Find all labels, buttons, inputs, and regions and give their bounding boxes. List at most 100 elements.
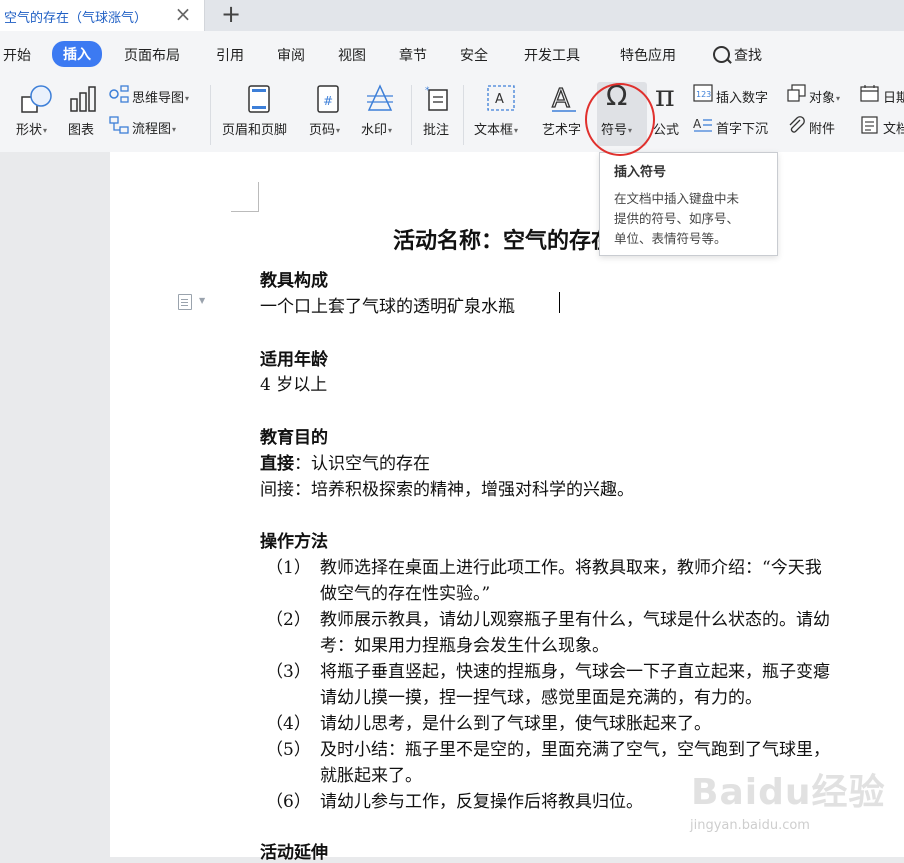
calendar-icon [860,85,879,102]
watermark-icon [367,84,393,111]
document-tab[interactable]: 空气的存在（气球涨气） × [0,0,205,31]
menu-section[interactable]: 章节 [399,45,427,65]
step-line: 教师选择在桌面上进行此项工作。将教具取来，教师介绍：“今天我 [320,558,822,578]
tab-bar: 空气的存在（气球涨气） × + [0,0,904,32]
margin-corner-mark [231,211,259,212]
step-number: （3） [266,662,311,682]
object-button[interactable]: 对象▾ [809,87,840,106]
document-part-icon [861,116,878,134]
mindmap-icon [109,85,129,103]
ribbon-toolbar: 形状▾ 图表 思维导图▾ 流程图▾ 页眉和页脚 # 页码▾ 水印▾ * 批注 A… [0,79,904,153]
margin-corner-mark [258,182,259,212]
section-heading: 操作方法 [260,532,328,552]
paragraph-text: 一个口上套了气球的透明矿泉水瓶 [260,297,515,317]
textbox-button[interactable]: 文本框▾ [474,119,518,138]
step-number: （4） [266,714,311,734]
symbol-tooltip: 插入符号 在文档中插入键盘中未 提供的符号、如序号、 单位、表情符号等。 [599,152,778,256]
direct-label: 直接 [260,454,294,474]
close-tab-icon[interactable]: × [172,3,194,25]
menu-insert[interactable]: 插入 [52,41,102,67]
paragraph-options-icon[interactable] [178,294,192,310]
wordart-icon: A [551,83,576,113]
comment-button[interactable]: 批注 [423,119,449,138]
svg-text:*: * [425,86,430,96]
page-number-icon: # [317,85,339,113]
textbox-icon: A [487,85,515,111]
search-icon[interactable] [713,46,730,63]
paragraph-text: 间接：培养积极探索的精神，增强对科学的兴趣。 [260,480,634,500]
section-heading: 教育目的 [260,428,328,448]
step-number: （5） [266,740,311,760]
text-cursor [559,292,560,313]
step-number: （2） [266,610,311,630]
svg-text:A: A [495,92,504,107]
annotation-circle [585,83,655,156]
baidu-watermark-logo: Baidu经验 [691,772,886,813]
section-heading: 教具构成 [260,271,328,291]
section-heading: 活动延伸 [260,843,328,863]
first-drop-icon: A [693,117,712,132]
paragraph-text: 4 岁以上 [260,375,328,395]
pi-icon: π [655,79,675,114]
first-drop-button[interactable]: 首字下沉 [716,118,768,137]
step-line: 请幼儿参与工作，反复操作后将教具归位。 [320,792,643,812]
menu-references[interactable]: 引用 [216,45,244,65]
step-number: （1） [266,558,311,578]
step-line: 请幼儿思考，是什么到了气球里，使气球胀起来了。 [320,714,711,734]
baidu-watermark-url: jingyan.baidu.com [690,818,810,833]
formula-button[interactable]: 公式 [653,119,679,138]
menu-review[interactable]: 审阅 [277,45,305,65]
shape-icon [21,85,52,113]
step-line: 做空气的存在性实验。” [320,584,491,604]
header-footer-icon [248,85,270,113]
shape-button[interactable]: 形状▾ [16,119,47,138]
mindmap-button[interactable]: 思维导图▾ [132,87,189,106]
document-part-button[interactable]: 文档 [883,118,904,137]
menu-special-apps[interactable]: 特色应用 [620,45,676,65]
tooltip-line: 在文档中插入键盘中未 [614,191,740,206]
step-line: 及时小结：瓶子里不是空的，里面充满了空气，空气跑到了气球里， [320,740,830,760]
menu-security[interactable]: 安全 [460,45,488,65]
chart-button[interactable]: 图表 [68,119,94,138]
insert-number-icon: 123 [693,84,713,102]
object-icon [787,84,806,102]
section-heading: 适用年龄 [260,350,328,370]
date-button[interactable]: 日期 [883,87,904,106]
comment-icon: * [425,86,448,111]
tooltip-title: 插入符号 [614,165,667,180]
flowchart-icon [109,116,129,134]
svg-text:A: A [693,117,702,131]
wordart-button[interactable]: 艺术字 [542,119,581,138]
menu-bar: 开始 插入 页面布局 引用 审阅 视图 章节 安全 开发工具 特色应用 查找 [0,31,904,79]
menu-home[interactable]: 开始 [3,45,31,65]
new-tab-icon[interactable]: + [220,1,242,27]
page-number-button[interactable]: 页码▾ [309,119,340,138]
paperclip-icon [789,116,805,133]
step-number: （6） [266,792,311,812]
step-line: 就胀起来了。 [320,766,422,786]
step-line: 教师展示教具，请幼儿观察瓶子里有什么，气球是什么状态的。请幼 [320,610,830,630]
tooltip-line: 提供的符号、如序号、 [614,211,740,226]
chevron-down-icon[interactable]: ▼ [199,296,205,305]
tooltip-line: 单位、表情符号等。 [614,231,727,246]
attachment-button[interactable]: 附件 [809,118,835,137]
header-footer-button[interactable]: 页眉和页脚 [222,119,287,138]
ribbon-separator [463,85,464,145]
menu-developer[interactable]: 开发工具 [524,45,580,65]
direct-text: ：认识空气的存在 [294,454,430,474]
ribbon-separator [210,85,211,145]
chart-icon [70,86,96,112]
flowchart-button[interactable]: 流程图▾ [132,118,176,137]
paragraph-text: 直接：认识空气的存在 [260,449,430,474]
document-tab-title: 空气的存在（气球涨气） [4,11,148,26]
menu-view[interactable]: 视图 [338,45,366,65]
insert-number-button[interactable]: 插入数字 [716,87,768,106]
svg-text:A: A [552,84,570,113]
step-line: 请幼儿摸一摸，捏一捏气球，感觉里面是充满的，有力的。 [320,688,762,708]
svg-text:123: 123 [696,90,711,99]
svg-text:#: # [323,94,333,108]
menu-find[interactable]: 查找 [734,45,762,65]
step-line: 将瓶子垂直竖起，快速的捏瓶身，气球会一下子直立起来，瓶子变瘪 [320,662,830,682]
menu-page-layout[interactable]: 页面布局 [124,45,180,65]
watermark-button[interactable]: 水印▾ [361,119,392,138]
